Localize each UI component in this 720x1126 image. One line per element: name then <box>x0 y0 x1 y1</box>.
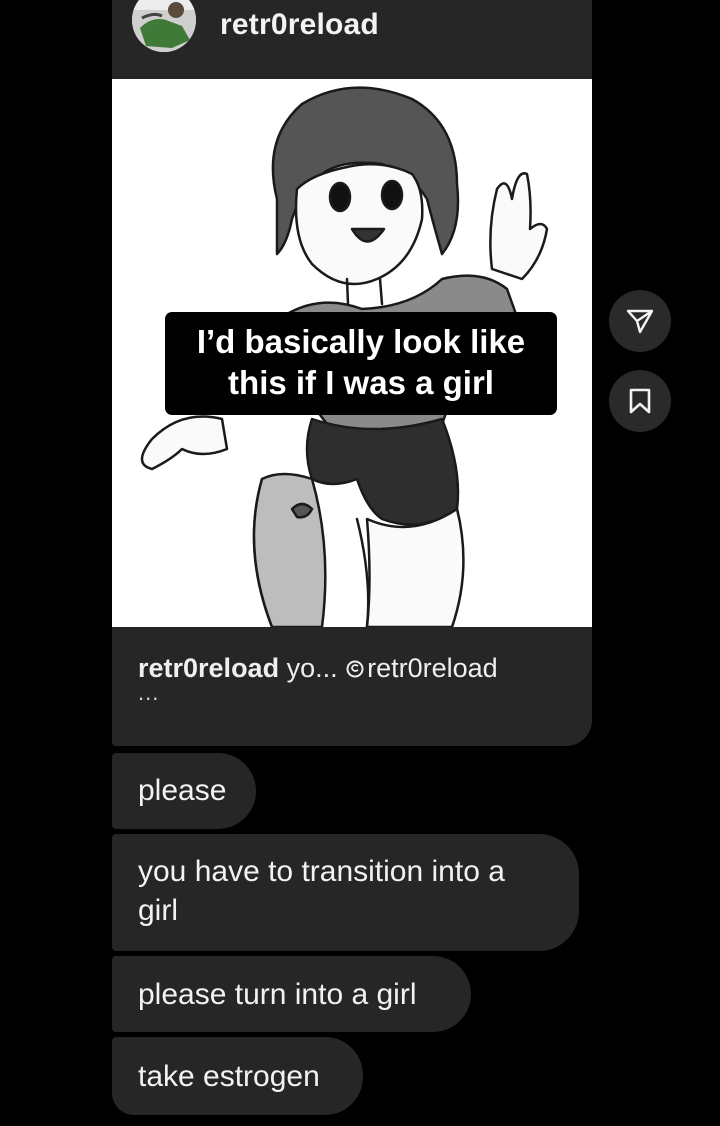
message-bubble[interactable]: please turn into a girl <box>112 956 471 1032</box>
caption-more-ellipsis[interactable]: ... <box>138 680 159 706</box>
shared-post-header[interactable]: retr0reload <box>112 0 592 59</box>
paper-plane-icon <box>626 309 654 334</box>
caption-text: yo... <box>279 653 346 683</box>
overlay-caption-line-2: this if I was a girl <box>228 364 494 401</box>
message-text: take estrogen <box>138 1060 320 1093</box>
overlay-caption-box: I’d basically look like this if I was a … <box>165 312 557 415</box>
message-bubble[interactable]: you have to transition into a girl <box>112 834 579 951</box>
post-image[interactable]: I’d basically look like this if I was a … <box>112 79 592 627</box>
message-text: please turn into a girl <box>138 978 417 1011</box>
post-author-username[interactable]: retr0reload <box>220 8 379 42</box>
save-button[interactable] <box>609 370 671 432</box>
bookmark-icon <box>629 388 651 414</box>
message-bubble[interactable]: please <box>112 753 256 829</box>
overlay-caption-line-1: I’d basically look like <box>196 323 526 360</box>
message-text: please <box>138 774 227 807</box>
caption-username: retr0reload <box>138 653 280 683</box>
post-caption: retr0reload yo... retr0reload <box>138 653 498 684</box>
threads-icon <box>346 660 364 678</box>
author-avatar[interactable] <box>132 0 196 52</box>
share-button[interactable] <box>609 290 671 352</box>
message-bubble[interactable]: take estrogen <box>112 1037 363 1115</box>
message-text: you have to transition into a girl <box>138 855 505 927</box>
caption-handle: retr0reload <box>367 653 498 683</box>
shared-post-card[interactable]: retr0reload I’d basically look like this… <box>112 0 592 746</box>
